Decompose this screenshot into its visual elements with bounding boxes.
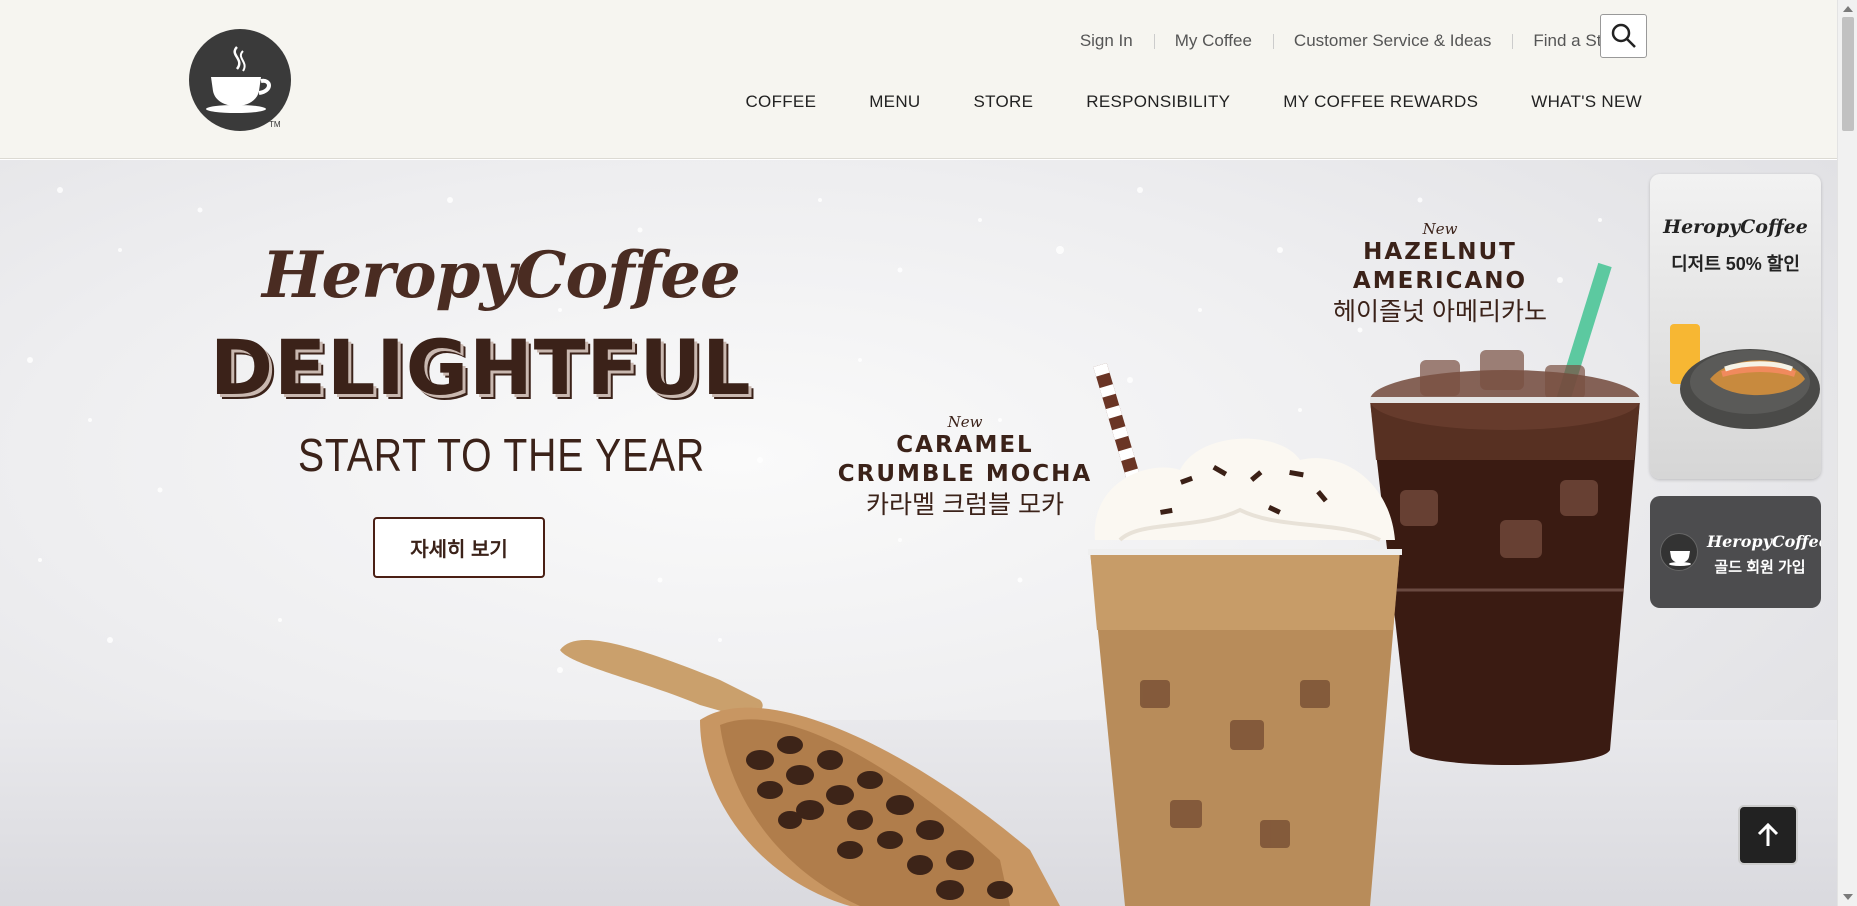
scroll-to-top-button[interactable] <box>1738 805 1798 865</box>
site-header: TM Sign In My Coffee Customer Service & … <box>0 0 1837 159</box>
side-banner-text: 골드 회원 가입 <box>1714 559 1806 576</box>
search-icon <box>1611 23 1636 48</box>
vertical-scrollbar[interactable] <box>1837 0 1857 906</box>
coffee-bean-scoop <box>560 640 1060 906</box>
hero-product-artwork <box>560 262 1640 906</box>
sign-in-link[interactable]: Sign In <box>1059 31 1154 51</box>
main-navigation: COFFEE MENU STORE RESPONSIBILITY MY COFF… <box>692 92 1642 112</box>
nav-my-coffee-rewards[interactable]: MY COFFEE REWARDS <box>1283 92 1478 112</box>
page-viewport: TM Sign In My Coffee Customer Service & … <box>0 0 1837 906</box>
coffee-cup-icon <box>206 46 271 113</box>
scroll-up-arrow-icon[interactable] <box>1843 6 1853 12</box>
hero-banner: HeropyCoffee DELIGHTFUL START TO THE YEA… <box>0 160 1837 906</box>
nav-responsibility[interactable]: RESPONSIBILITY <box>1086 92 1230 112</box>
nav-whats-new[interactable]: WHAT'S NEW <box>1531 92 1642 112</box>
nav-store[interactable]: STORE <box>973 92 1033 112</box>
customer-service-link[interactable]: Customer Service & Ideas <box>1272 31 1512 51</box>
nav-coffee[interactable]: COFFEE <box>745 92 816 112</box>
trademark-mark: TM <box>269 120 281 129</box>
side-banner-brand: HeropyCoffee <box>1707 532 1821 551</box>
dessert-discount-banner[interactable]: HeropyCoffee 디저트 50% 할인 <box>1650 174 1821 479</box>
arrow-up-icon <box>1757 822 1779 846</box>
scroll-down-arrow-icon[interactable] <box>1843 894 1853 900</box>
dessert-plate-illustration <box>1670 324 1820 429</box>
search-button[interactable] <box>1600 14 1647 58</box>
utility-menu: Sign In My Coffee Customer Service & Ide… <box>1059 30 1647 52</box>
gold-membership-banner[interactable]: HeropyCoffee 골드 회원 가입 <box>1650 496 1821 608</box>
my-coffee-link[interactable]: My Coffee <box>1153 31 1273 51</box>
caramel-crumble-mocha-cup <box>1088 363 1402 906</box>
coffee-cup-logo[interactable] <box>189 29 291 131</box>
hazelnut-americano-cup <box>1370 262 1640 765</box>
coffee-cup-icon <box>1660 533 1698 571</box>
scrollbar-thumb[interactable] <box>1842 17 1854 131</box>
nav-menu[interactable]: MENU <box>869 92 920 112</box>
